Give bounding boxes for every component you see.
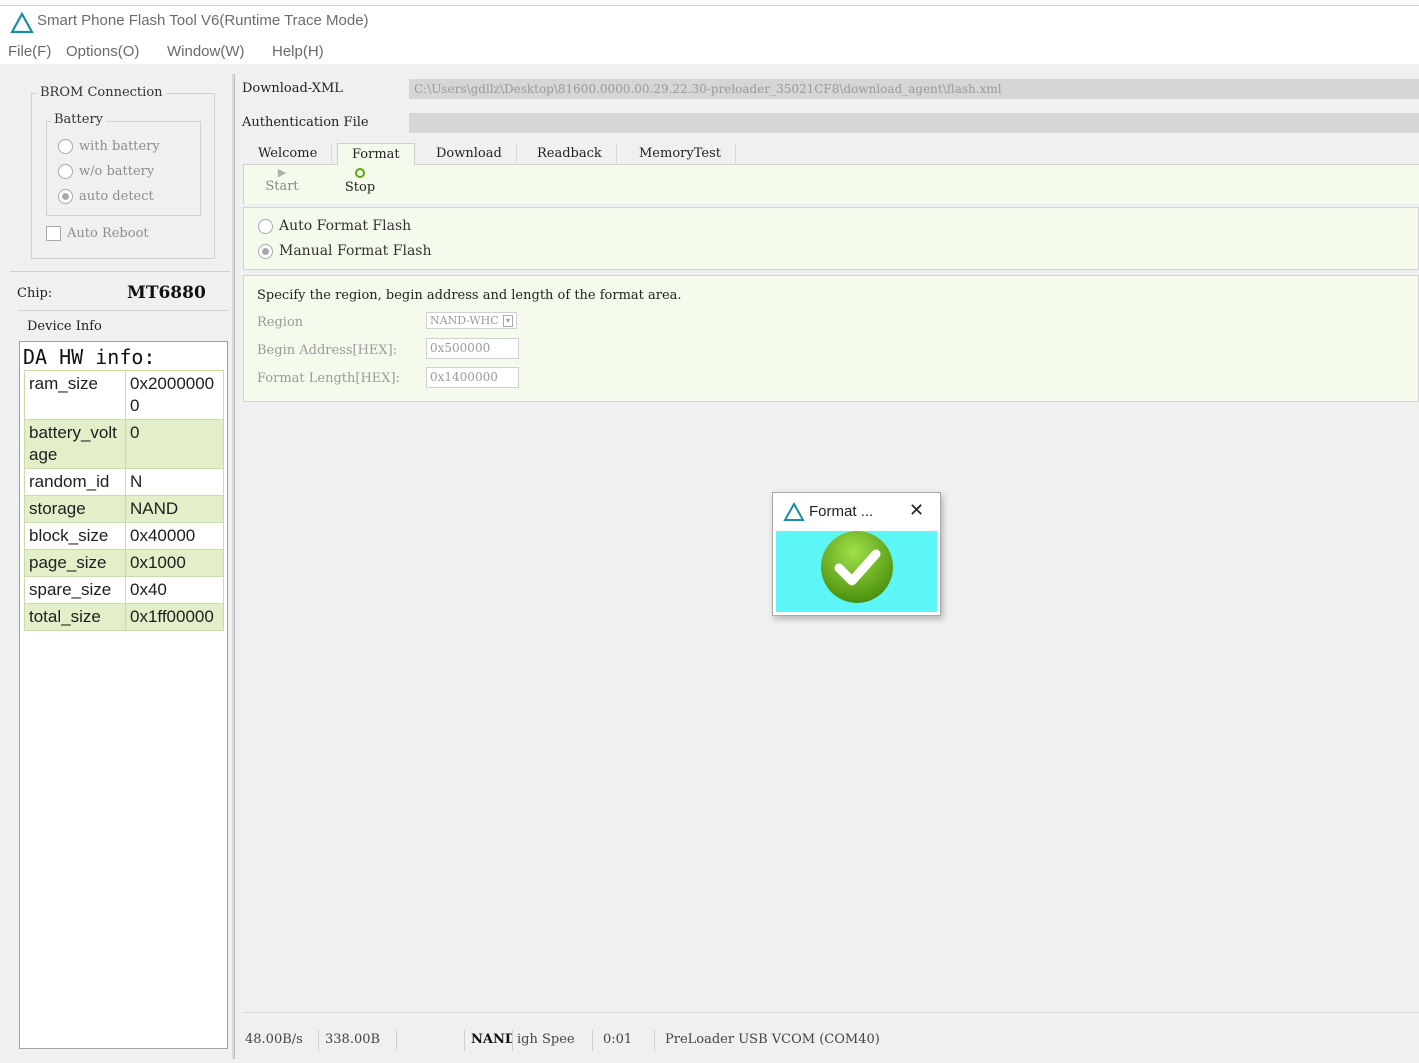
device-info-box: DA HW info: ram_size 0x20000000 battery_v… bbox=[19, 341, 228, 1049]
menu-window[interactable]: Window(W) bbox=[167, 43, 245, 60]
popup-body bbox=[776, 531, 937, 612]
divider bbox=[10, 271, 230, 272]
table-row: spare_size 0x40 bbox=[24, 576, 224, 604]
format-length-input[interactable]: 0x1400000 bbox=[426, 367, 519, 388]
da-hw-info-header: DA HW info: bbox=[23, 345, 156, 369]
download-xml-label: Download-XML bbox=[242, 81, 343, 96]
radio-circle-icon bbox=[258, 218, 273, 234]
device-info-title: Device Info bbox=[27, 319, 102, 334]
begin-address-input[interactable]: 0x500000 bbox=[426, 338, 519, 359]
status-mode: igh Spee bbox=[513, 1030, 593, 1051]
status-port: PreLoader USB VCOM (COM40) bbox=[665, 1032, 880, 1047]
tab-memorytest[interactable]: MemoryTest bbox=[625, 143, 736, 165]
radio-circle-icon bbox=[58, 139, 73, 154]
radio-with-battery[interactable]: with battery bbox=[58, 139, 160, 154]
chevron-down-icon: ▾ bbox=[502, 314, 513, 327]
auto-reboot-checkbox[interactable]: Auto Reboot bbox=[46, 226, 149, 241]
status-storage: NAND bbox=[467, 1030, 513, 1051]
tab-bar bbox=[243, 143, 1419, 165]
format-mode-panel bbox=[243, 207, 1419, 270]
play-icon: ▶ bbox=[277, 166, 287, 179]
radio-auto-detect[interactable]: auto detect bbox=[58, 189, 154, 204]
radio-circle-icon bbox=[58, 164, 73, 179]
tab-welcome[interactable]: Welcome bbox=[244, 143, 333, 165]
format-length-label: Format Length[HEX]: bbox=[257, 371, 401, 386]
menu-file[interactable]: File(F) bbox=[8, 43, 51, 60]
battery-title: Battery bbox=[51, 112, 107, 127]
radio-selected-icon bbox=[258, 243, 273, 259]
table-row: battery_voltage 0 bbox=[24, 419, 224, 469]
radio-auto-format[interactable]: Auto Format Flash bbox=[258, 218, 411, 234]
table-row: total_size 0x1ff00000 bbox=[24, 603, 224, 631]
region-label: Region bbox=[257, 315, 304, 330]
table-row: ram_size 0x20000000 bbox=[24, 370, 224, 420]
begin-address-label: Begin Address[HEX]: bbox=[257, 343, 398, 358]
stop-icon bbox=[355, 168, 365, 178]
radio-selected-icon bbox=[58, 189, 73, 204]
table-row: storage NAND bbox=[24, 495, 224, 523]
brom-connection-title: BROM Connection bbox=[37, 85, 166, 100]
status-size: 338.00B bbox=[321, 1030, 397, 1051]
chip-value: MT6880 bbox=[127, 283, 206, 303]
region-select[interactable]: NAND-WHC ▾ bbox=[426, 312, 517, 329]
start-button[interactable]: ▶ Start bbox=[258, 166, 306, 194]
panel-splitter[interactable] bbox=[232, 74, 235, 1059]
window-title: Smart Phone Flash Tool V6(Runtime Trace … bbox=[37, 12, 369, 29]
auth-file-label: Authentication File bbox=[242, 115, 369, 130]
progress-strip bbox=[243, 1012, 1419, 1026]
close-icon[interactable]: ✕ bbox=[909, 500, 924, 521]
stop-button[interactable]: Stop bbox=[338, 166, 382, 195]
app-logo-icon bbox=[10, 12, 34, 34]
success-check-icon bbox=[821, 531, 893, 603]
tab-format[interactable]: Format bbox=[337, 143, 415, 165]
format-ok-popup: Format ... ✕ bbox=[772, 492, 941, 616]
menu-options[interactable]: Options(O) bbox=[66, 43, 139, 60]
status-time: 0:01 bbox=[599, 1030, 655, 1051]
table-row: block_size 0x40000 bbox=[24, 522, 224, 550]
chip-label: Chip: bbox=[17, 286, 53, 301]
hw-info-table: ram_size 0x20000000 battery_voltage 0 rand… bbox=[24, 370, 224, 631]
table-row: random_id N bbox=[24, 468, 224, 496]
app-logo-icon bbox=[783, 502, 805, 521]
divider bbox=[18, 310, 228, 311]
status-blank bbox=[399, 1030, 465, 1051]
tab-download[interactable]: Download bbox=[422, 143, 517, 165]
checkbox-icon bbox=[46, 226, 61, 241]
format-description: Specify the region, begin address and le… bbox=[257, 288, 682, 303]
tab-readback[interactable]: Readback bbox=[523, 143, 617, 165]
download-xml-field[interactable]: C:\Users\gdllz\Desktop\81600.0000.00.29.… bbox=[409, 79, 1419, 99]
table-row: page_size 0x1000 bbox=[24, 549, 224, 577]
auth-file-field[interactable] bbox=[409, 113, 1419, 133]
radio-manual-format[interactable]: Manual Format Flash bbox=[258, 243, 432, 259]
status-speed: 48.00B/s bbox=[241, 1030, 319, 1051]
radio-wo-battery[interactable]: w/o battery bbox=[58, 164, 154, 179]
toolbar bbox=[243, 165, 1419, 204]
popup-title: Format ... bbox=[809, 503, 874, 520]
menu-help[interactable]: Help(H) bbox=[272, 43, 324, 60]
